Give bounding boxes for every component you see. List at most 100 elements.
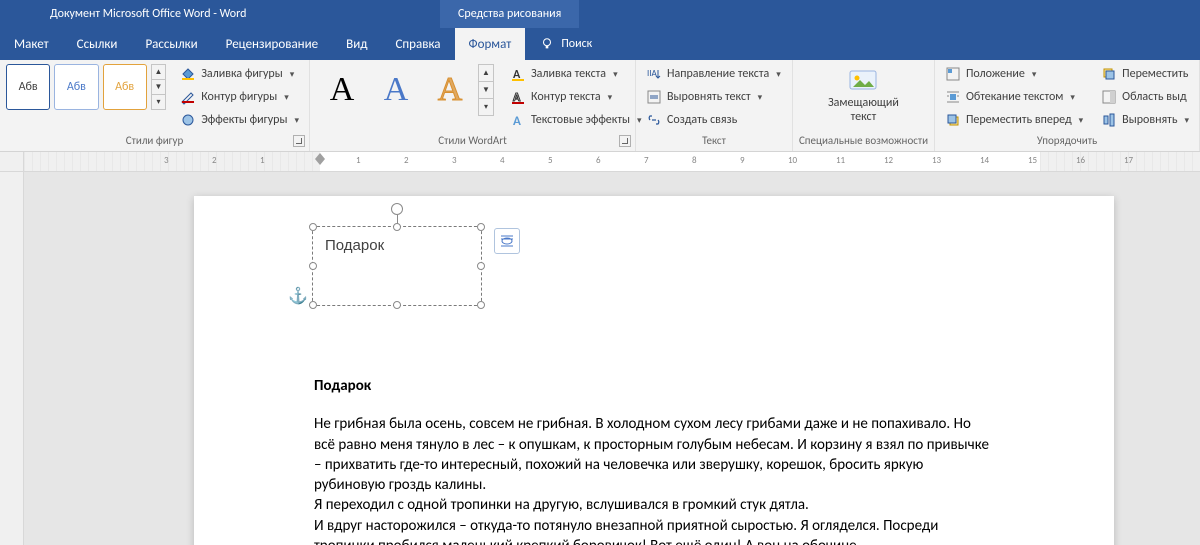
rotate-handle[interactable] bbox=[391, 203, 403, 215]
doc-heading[interactable]: Подарок bbox=[314, 376, 994, 396]
shape-style-gallery-expand[interactable]: ▲▼▾ bbox=[151, 64, 166, 110]
move-button[interactable]: Переместить bbox=[1097, 64, 1193, 84]
svg-text:A: A bbox=[513, 114, 521, 128]
ribbon: Абв Абв Абв ▲▼▾ Заливка фигуры▾ Контур ф… bbox=[0, 60, 1200, 152]
doc-paragraph-2[interactable]: Я переходил с одной тропинки на другую, … bbox=[314, 495, 994, 515]
group-label-accessibility: Специальные возможности bbox=[799, 132, 928, 149]
ruler-tick: 2 bbox=[404, 155, 409, 166]
tab-review[interactable]: Рецензирование bbox=[212, 28, 332, 60]
shape-style-3[interactable]: Абв bbox=[103, 64, 147, 110]
anchor-icon: ⚓ bbox=[288, 286, 308, 306]
move-back-icon bbox=[1101, 66, 1117, 82]
alt-text-button[interactable]: Замещающий текст bbox=[820, 64, 906, 129]
group-label-shape-styles: Стили фигур bbox=[6, 132, 303, 149]
shape-effects-button[interactable]: Эффекты фигуры▾ bbox=[176, 110, 303, 130]
tab-references[interactable]: Ссылки bbox=[63, 28, 132, 60]
text-outline-button[interactable]: A Контур текста▾ bbox=[506, 87, 646, 107]
shape-outline-button[interactable]: Контур фигуры▾ bbox=[176, 87, 303, 107]
ruler-tick: 3 bbox=[452, 155, 457, 166]
horizontal-ruler[interactable]: 3211234567891011121314151617 bbox=[0, 152, 1200, 172]
search-label: Поиск bbox=[561, 37, 592, 51]
bring-forward-icon bbox=[945, 112, 961, 128]
align-text-icon bbox=[646, 89, 662, 105]
group-label-wordart: Стили WordArt bbox=[316, 132, 629, 149]
resize-handle-bm[interactable] bbox=[393, 301, 401, 309]
ruler-tick: 8 bbox=[692, 155, 697, 166]
text-fill-icon: A bbox=[510, 66, 526, 82]
tab-layout[interactable]: Макет bbox=[0, 28, 63, 60]
ruler-tick: 6 bbox=[596, 155, 601, 166]
text-outline-icon: A bbox=[510, 89, 526, 105]
ruler-tick: 5 bbox=[548, 155, 553, 166]
tab-view[interactable]: Вид bbox=[332, 28, 381, 60]
window-title: Документ Microsoft Office Word - Word bbox=[50, 7, 246, 21]
wrap-text-icon bbox=[945, 89, 961, 105]
ruler-tick: 14 bbox=[980, 155, 989, 166]
wordart-style-3[interactable]: А bbox=[424, 64, 476, 116]
alt-text-icon bbox=[847, 68, 879, 92]
workspace: ⚓ Подарок Подарок Не грибная была осень,… bbox=[0, 172, 1200, 545]
wordart-dialog-launcher[interactable] bbox=[619, 135, 631, 147]
ruler-tick: 11 bbox=[836, 155, 845, 166]
resize-handle-tm[interactable] bbox=[393, 223, 401, 231]
doc-paragraph-1[interactable]: Не грибная была осень, совсем не грибная… bbox=[314, 414, 994, 495]
shape-style-2[interactable]: Абв bbox=[54, 64, 98, 110]
link-icon bbox=[646, 112, 662, 128]
contextual-tab: Средства рисования bbox=[440, 0, 579, 28]
group-wordart-styles: А А А ▲▼▾ A Заливка текста▾ A Контур тек… bbox=[310, 60, 636, 151]
bring-forward-button[interactable]: Переместить вперед▾ bbox=[941, 110, 1087, 130]
resize-handle-tr[interactable] bbox=[477, 223, 485, 231]
text-effects-icon: A bbox=[510, 112, 526, 128]
shape-styles-dialog-launcher[interactable] bbox=[293, 135, 305, 147]
svg-text:IIA: IIA bbox=[647, 68, 658, 79]
tab-mailings[interactable]: Рассылки bbox=[131, 28, 211, 60]
left-indent-marker[interactable] bbox=[315, 153, 325, 167]
ruler-corner bbox=[0, 152, 24, 171]
group-arrange: Положение▾ Обтекание текстом▾ Переместит… bbox=[935, 60, 1200, 151]
resize-handle-ml[interactable] bbox=[309, 262, 317, 270]
wrap-text-button[interactable]: Обтекание текстом▾ bbox=[941, 87, 1087, 107]
wordart-style-1[interactable]: А bbox=[316, 64, 368, 116]
page-area[interactable]: ⚓ Подарок Подарок Не грибная была осень,… bbox=[24, 172, 1200, 545]
textbox-text[interactable]: Подарок bbox=[313, 227, 481, 264]
align-button[interactable]: Выровнять▾ bbox=[1097, 110, 1193, 130]
resize-handle-mr[interactable] bbox=[477, 262, 485, 270]
group-shape-styles: Абв Абв Абв ▲▼▾ Заливка фигуры▾ Контур ф… bbox=[0, 60, 310, 151]
resize-handle-bl[interactable] bbox=[309, 301, 317, 309]
pen-outline-icon bbox=[180, 89, 196, 105]
group-accessibility: Замещающий текст Специальные возможности bbox=[793, 60, 935, 151]
text-box[interactable]: Подарок bbox=[312, 226, 482, 306]
resize-handle-tl[interactable] bbox=[309, 223, 317, 231]
layout-options-button[interactable] bbox=[494, 228, 520, 254]
shape-effects-icon bbox=[180, 112, 196, 128]
create-link-button[interactable]: Создать связь bbox=[642, 110, 785, 130]
resize-handle-br[interactable] bbox=[477, 301, 485, 309]
shape-style-1[interactable]: Абв bbox=[6, 64, 50, 110]
ruler-tick: 1 bbox=[260, 155, 265, 166]
ruler-tick: 2 bbox=[212, 155, 217, 166]
ruler-tick: 9 bbox=[740, 155, 745, 166]
selection-pane-button[interactable]: Область выд bbox=[1097, 87, 1193, 107]
document-body[interactable]: Подарок Не грибная была осень, совсем не… bbox=[314, 376, 994, 545]
paint-bucket-icon bbox=[180, 66, 196, 82]
position-button[interactable]: Положение▾ bbox=[941, 64, 1087, 84]
tab-help[interactable]: Справка bbox=[381, 28, 454, 60]
group-text: IIA Направление текста▾ Выровнять текст▾… bbox=[636, 60, 793, 151]
ruler-tick: 4 bbox=[500, 155, 505, 166]
search-button[interactable]: Поиск bbox=[525, 28, 606, 60]
align-text-button[interactable]: Выровнять текст▾ bbox=[642, 87, 785, 107]
text-fill-button[interactable]: A Заливка текста▾ bbox=[506, 64, 646, 84]
tab-format[interactable]: Формат bbox=[455, 28, 526, 60]
wordart-gallery-expand[interactable]: ▲▼▾ bbox=[478, 64, 494, 116]
wordart-style-2[interactable]: А bbox=[370, 64, 422, 116]
align-objects-icon bbox=[1101, 112, 1117, 128]
text-effects-button[interactable]: A Текстовые эффекты▾ bbox=[506, 110, 646, 130]
group-label-text: Текст bbox=[642, 132, 786, 149]
lightbulb-icon bbox=[539, 36, 555, 52]
text-direction-button[interactable]: IIA Направление текста▾ bbox=[642, 64, 785, 84]
document-page[interactable]: ⚓ Подарок Подарок Не грибная была осень,… bbox=[194, 196, 1114, 545]
ruler-tick: 12 bbox=[884, 155, 893, 166]
doc-paragraph-3[interactable]: И вдруг насторожился – откуда-то потянул… bbox=[314, 516, 994, 545]
shape-fill-button[interactable]: Заливка фигуры▾ bbox=[176, 64, 303, 84]
vertical-ruler[interactable] bbox=[0, 172, 24, 545]
